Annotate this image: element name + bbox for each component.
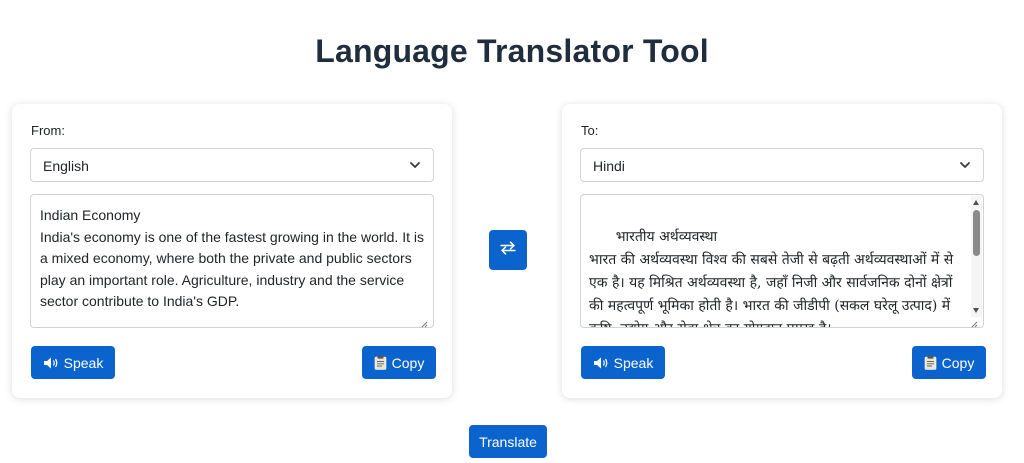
clipboard-icon <box>374 355 387 370</box>
resize-handle-icon[interactable] <box>970 320 978 328</box>
source-text-input[interactable]: Indian Economy India's economy is one of… <box>30 194 434 328</box>
chevron-down-icon <box>959 159 971 171</box>
scroll-down-arrow-icon[interactable] <box>973 308 979 313</box>
target-language-value: Hindi <box>593 158 625 174</box>
scroll-up-arrow-icon[interactable] <box>973 200 979 205</box>
chevron-down-icon <box>409 159 421 171</box>
speaker-icon <box>593 356 609 370</box>
resize-handle-icon[interactable] <box>420 320 428 328</box>
target-speak-label: Speak <box>613 354 654 371</box>
translator-page: Language Translator Tool From: English I… <box>0 0 1024 463</box>
target-language-select[interactable]: Hindi <box>580 148 984 182</box>
source-copy-button[interactable]: Copy <box>362 346 436 379</box>
swap-arrows-icon <box>499 240 517 260</box>
to-label: To: <box>581 123 599 138</box>
target-copy-button[interactable]: Copy <box>912 346 986 379</box>
page-title: Language Translator Tool <box>315 33 709 69</box>
target-copy-label: Copy <box>941 354 975 371</box>
from-label: From: <box>31 123 65 138</box>
translate-button[interactable]: Translate <box>469 425 547 458</box>
target-speak-button[interactable]: Speak <box>581 346 665 379</box>
clipboard-icon <box>924 355 937 370</box>
source-language-value: English <box>43 158 89 174</box>
source-panel: From: English Indian Economy India's eco… <box>12 104 452 398</box>
target-scrollbar[interactable] <box>971 196 982 317</box>
source-copy-label: Copy <box>391 354 425 371</box>
scroll-thumb[interactable] <box>973 210 980 256</box>
swap-languages-button[interactable] <box>489 230 527 270</box>
speaker-icon <box>43 356 59 370</box>
source-language-select[interactable]: English <box>30 148 434 182</box>
target-panel: To: Hindi भारतीय अर्थव्यवस्था भारत की अर… <box>562 104 1002 398</box>
source-speak-label: Speak <box>63 354 104 371</box>
target-text-output[interactable]: भारतीय अर्थव्यवस्था भारत की अर्थव्यवस्था… <box>580 194 984 328</box>
source-speak-button[interactable]: Speak <box>31 346 115 379</box>
target-text: भारतीय अर्थव्यवस्था भारत की अर्थव्यवस्था… <box>589 229 954 327</box>
